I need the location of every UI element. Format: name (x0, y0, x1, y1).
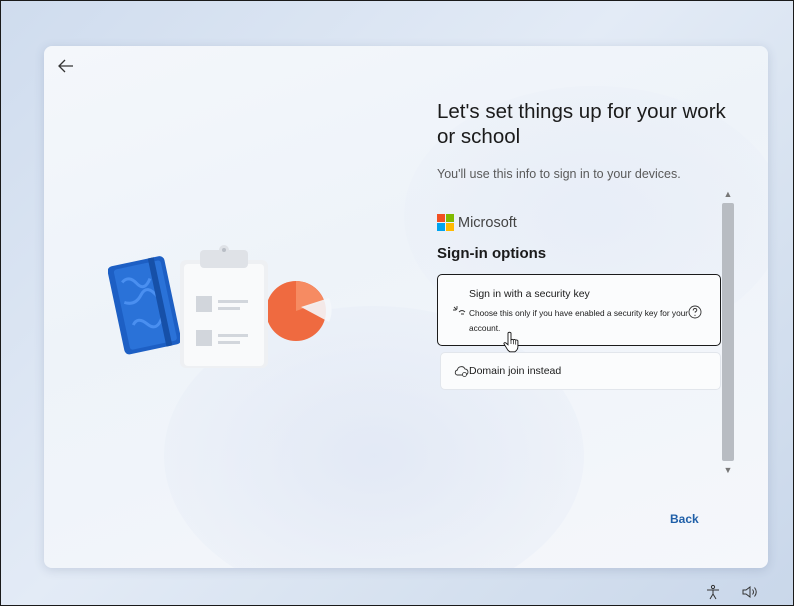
help-circle-icon[interactable] (688, 305, 702, 319)
back-button[interactable]: Back (670, 512, 699, 526)
domain-join-option[interactable]: Domain join instead (440, 352, 721, 390)
option-label: Domain join instead (469, 365, 562, 377)
scroll-thumb[interactable] (722, 203, 734, 461)
microsoft-logo: Microsoft (437, 214, 725, 231)
key-icon (453, 306, 466, 315)
domain-join-icon (454, 366, 469, 377)
option-title: Sign in with a security key (469, 288, 590, 300)
scrollbar[interactable]: ▲ ▼ (721, 188, 735, 476)
volume-icon[interactable] (741, 584, 759, 600)
scroll-down-icon[interactable]: ▼ (722, 464, 734, 476)
signin-panel: Microsoft Sign-in options Sign in with a… (437, 214, 725, 390)
page-subtitle: You'll use this info to sign in to your … (437, 167, 681, 181)
setup-window: Let's set things up for your work or sch… (44, 46, 768, 568)
scroll-up-icon[interactable]: ▲ (722, 188, 734, 200)
accessibility-icon[interactable] (705, 584, 721, 600)
brand-name: Microsoft (458, 214, 517, 231)
section-title: Sign-in options (437, 245, 547, 262)
hand-cursor-icon (503, 331, 519, 353)
setup-illustration (108, 245, 332, 368)
arrow-left-icon[interactable] (56, 56, 76, 76)
microsoft-logo-icon (437, 214, 454, 231)
security-key-option[interactable]: Sign in with a security key Choose this … (437, 274, 721, 346)
page-title: Let's set things up for your work or sch… (437, 100, 726, 148)
